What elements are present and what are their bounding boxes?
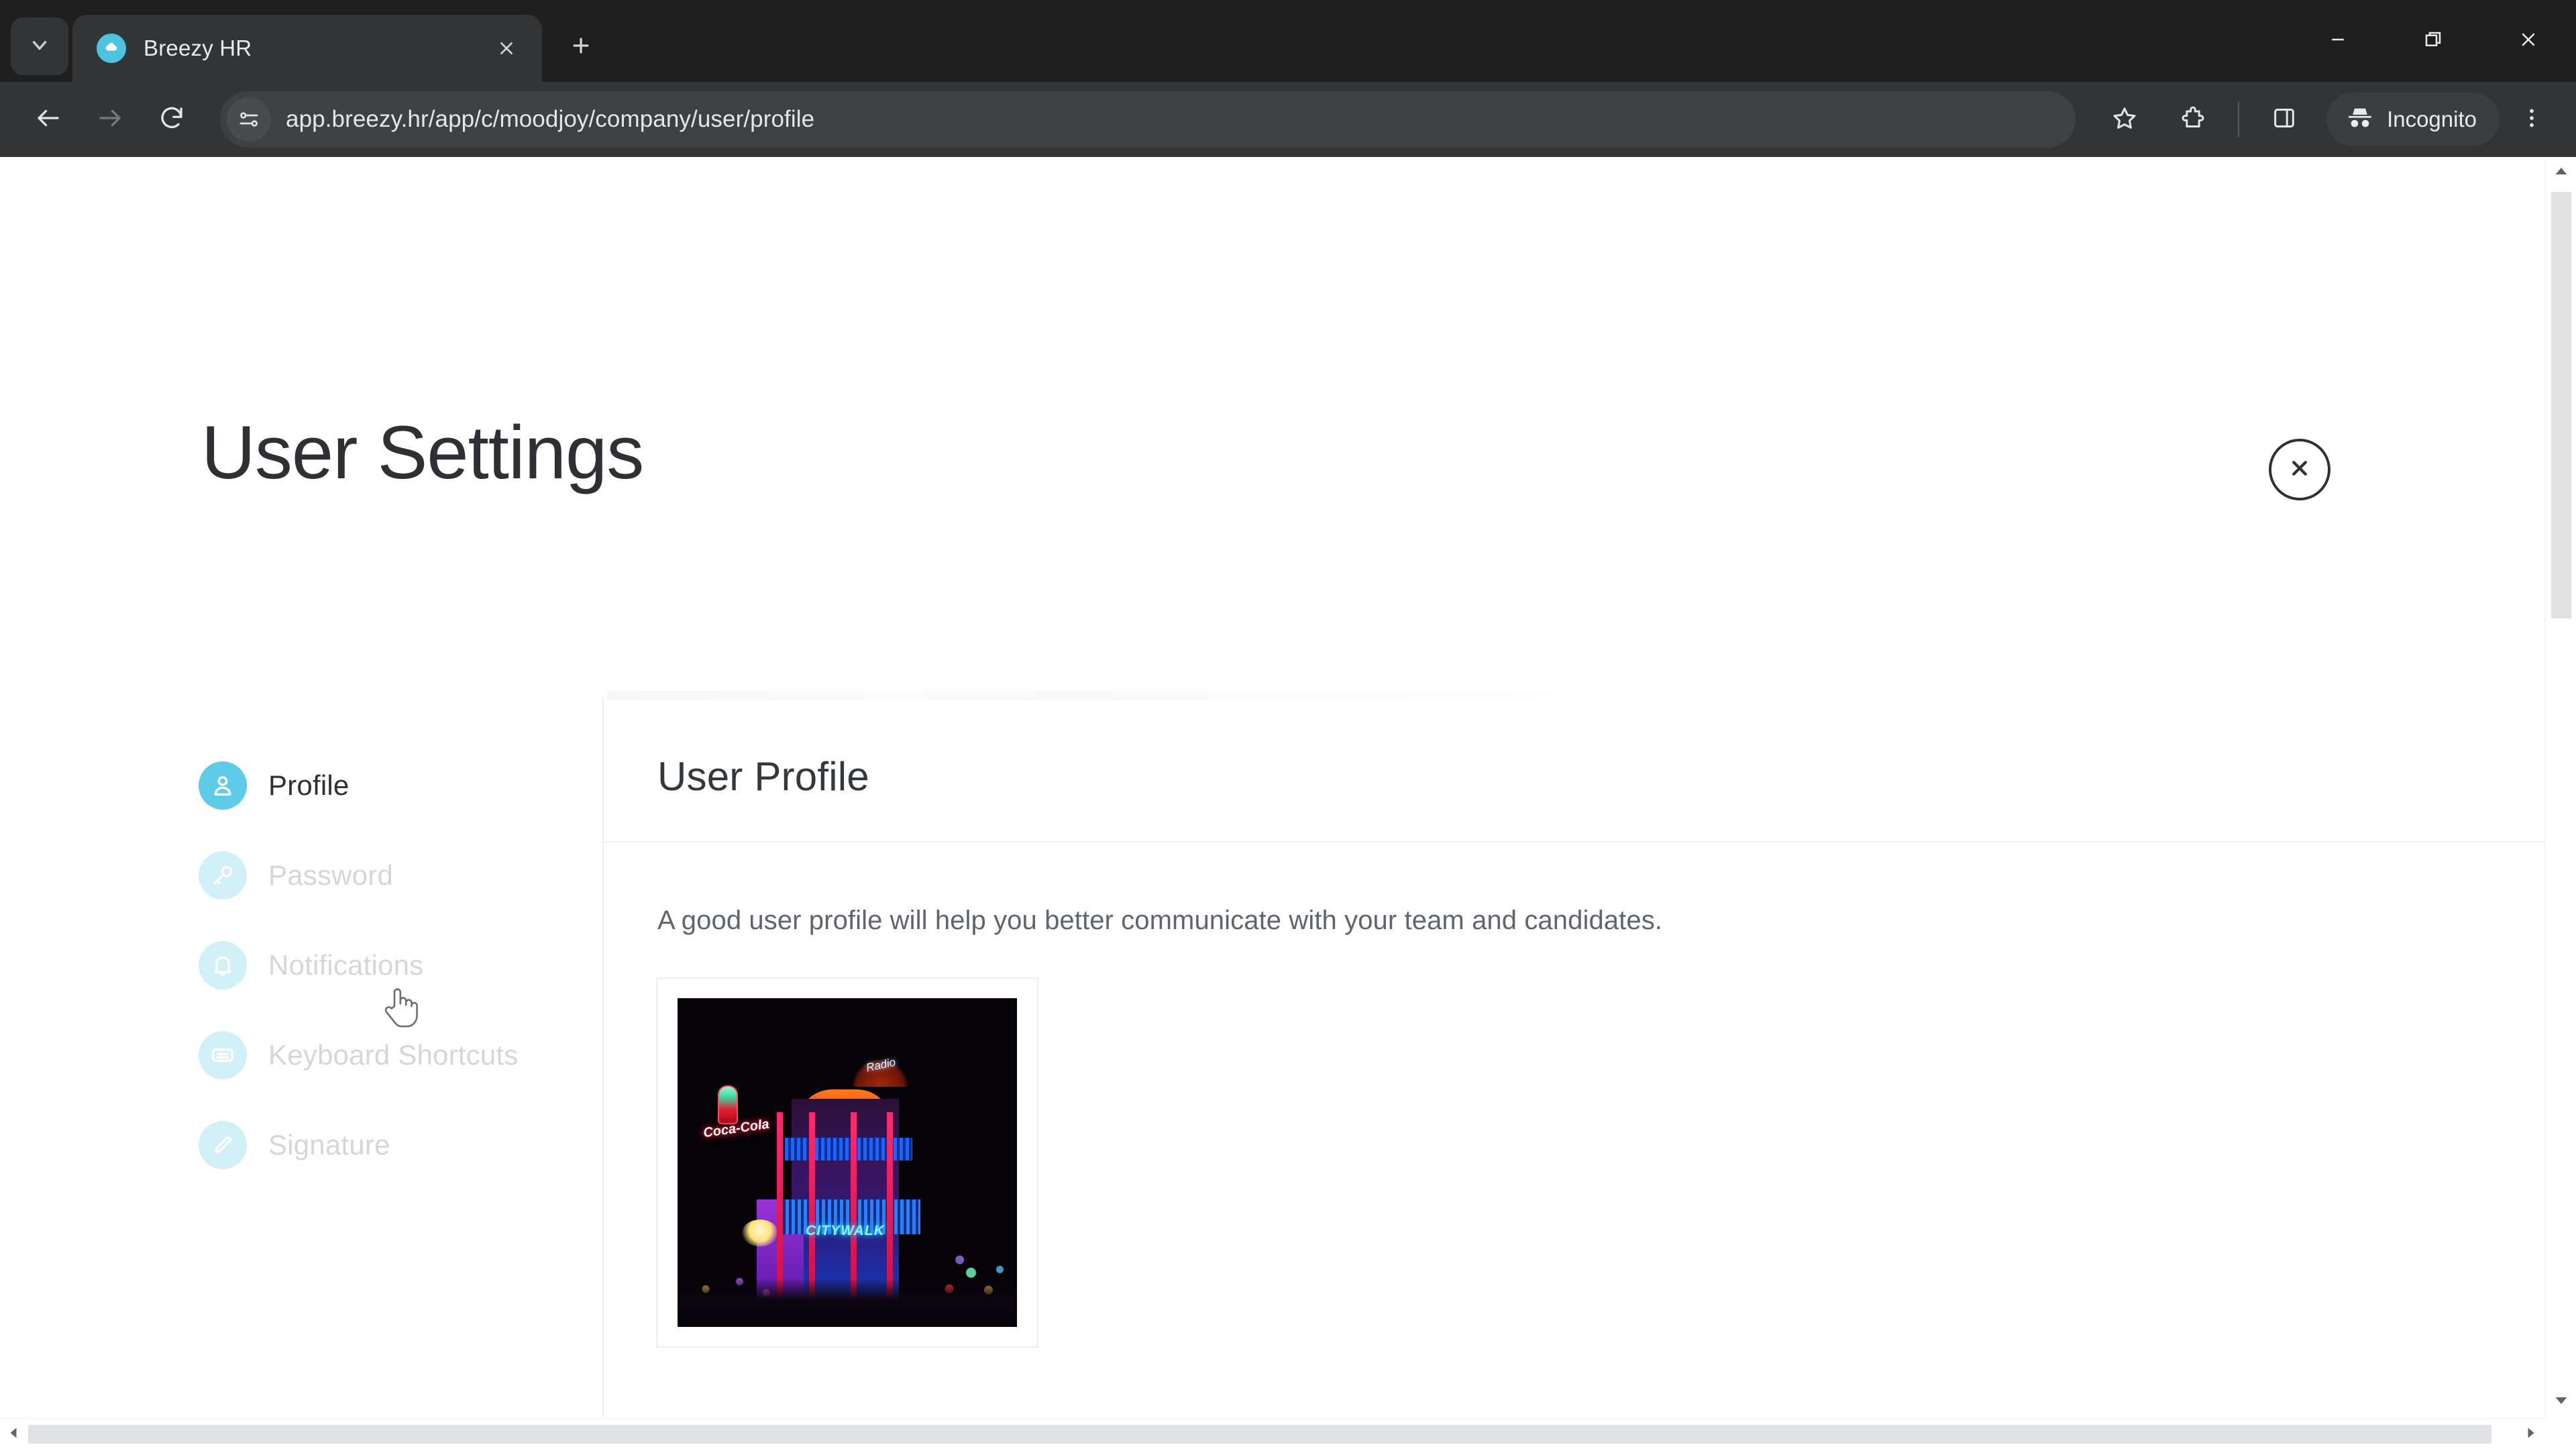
tab-strip: Breezy HR	[0, 0, 2576, 82]
browser-toolbar: app.breezy.hr/app/c/moodjoy/company/user…	[0, 82, 2576, 157]
sidebar-item-profile[interactable]: Profile	[199, 761, 602, 810]
address-bar[interactable]: app.breezy.hr/app/c/moodjoy/company/user…	[220, 91, 2076, 148]
arrow-forward-icon	[96, 104, 124, 136]
person-icon	[199, 761, 247, 810]
extensions-button[interactable]	[2164, 91, 2222, 148]
scroll-down-button[interactable]	[2545, 1387, 2576, 1418]
avatar-coca-cola-sign: Coca-Cola	[702, 1085, 784, 1150]
incognito-hat-icon	[2345, 103, 2387, 136]
chevron-down-icon	[28, 34, 51, 60]
settings-body: Profile Password Notifications Keyboard …	[0, 697, 2544, 1417]
avatar-citywalk-sign: CITYWALK	[806, 1223, 885, 1238]
window-close-button[interactable]	[2481, 0, 2576, 82]
avatar-crowd-silhouette	[678, 1279, 1017, 1327]
horizontal-scrollbar-thumb[interactable]	[28, 1425, 2491, 1444]
breezy-cloud-icon	[97, 34, 126, 63]
arrow-back-icon	[34, 104, 62, 136]
incognito-indicator[interactable]: Incognito	[2326, 93, 2500, 146]
three-dot-menu-icon	[2520, 106, 2544, 133]
scroll-right-button[interactable]	[2518, 1419, 2544, 1449]
avatar-blue-band	[785, 1138, 912, 1161]
reload-icon	[158, 104, 186, 136]
sidebar-item-label: Profile	[268, 769, 350, 801]
sidebar-item-signature[interactable]: Signature	[199, 1121, 602, 1169]
scroll-up-arrow-icon	[2555, 164, 2568, 181]
plus-icon	[570, 34, 592, 60]
site-settings-icon[interactable]	[227, 97, 271, 142]
sidebar-item-label: Keyboard Shortcuts	[268, 1039, 519, 1071]
incognito-label: Incognito	[2387, 107, 2477, 131]
sidebar-item-keyboard-shortcuts[interactable]: Keyboard Shortcuts	[199, 1031, 602, 1079]
page-viewport: User Settings Profile Password Notificat…	[0, 157, 2576, 1449]
new-tab-button[interactable]	[557, 23, 605, 71]
side-panel-button[interactable]	[2255, 91, 2313, 148]
key-icon	[199, 851, 247, 900]
bell-icon	[199, 941, 247, 989]
maximize-restore-icon	[2423, 30, 2443, 53]
scrollbar-corner	[2544, 1418, 2576, 1449]
window-controls	[2290, 0, 2576, 82]
pencil-icon	[199, 1121, 247, 1169]
close-settings-button[interactable]	[2269, 439, 2330, 500]
tab-search-button[interactable]	[11, 17, 68, 75]
avatar-coke-bottle	[718, 1085, 738, 1124]
sidebar-item-label: Password	[268, 859, 394, 891]
page-title: User Settings	[201, 411, 644, 494]
window-close-icon	[2518, 30, 2538, 53]
scroll-left-arrow-icon	[7, 1427, 19, 1442]
avatar-upload-frame[interactable]: Radio Coca-Cola CITYWALK	[656, 977, 1038, 1348]
forward-button[interactable]	[79, 89, 141, 150]
page-header	[0, 157, 2544, 378]
scroll-left-button[interactable]	[0, 1419, 27, 1449]
side-panel-icon	[2271, 105, 2298, 135]
vertical-scrollbar-thumb[interactable]	[2551, 192, 2571, 619]
sidebar-item-password[interactable]: Password	[199, 851, 602, 900]
scroll-down-arrow-icon	[2555, 1394, 2568, 1411]
horizontal-scrollbar[interactable]	[0, 1418, 2576, 1449]
keyboard-icon	[199, 1031, 247, 1079]
vertical-scrollbar[interactable]	[2544, 157, 2576, 1418]
tab-close-button[interactable]	[490, 32, 523, 65]
window-minimize-button[interactable]	[2290, 0, 2385, 82]
content-description: A good user profile will help you better…	[657, 906, 1663, 935]
user-settings-page: User Settings Profile Password Notificat…	[0, 157, 2544, 1417]
bookmark-button[interactable]	[2096, 91, 2153, 148]
url-text[interactable]: app.breezy.hr/app/c/moodjoy/company/user…	[286, 106, 814, 133]
window-maximize-button[interactable]	[2385, 0, 2481, 82]
content-heading: User Profile	[657, 754, 869, 799]
avatar-street-lamp	[742, 1220, 778, 1246]
sidebar-item-label: Notifications	[268, 949, 424, 981]
back-button[interactable]	[17, 89, 79, 150]
star-icon	[2111, 105, 2138, 135]
browser-menu-button[interactable]	[2505, 91, 2559, 148]
toolbar-divider	[2238, 102, 2240, 137]
content-divider	[604, 841, 2544, 843]
close-circle-icon	[2286, 454, 2314, 486]
browser-tab[interactable]: Breezy HR	[72, 15, 542, 82]
scroll-up-button[interactable]	[2545, 157, 2576, 189]
avatar[interactable]: Radio Coca-Cola CITYWALK	[678, 998, 1017, 1327]
scroll-right-arrow-icon	[2525, 1427, 2537, 1442]
sidebar-item-notifications[interactable]: Notifications	[199, 941, 602, 989]
extensions-puzzle-icon	[2180, 105, 2206, 135]
browser-window: Breezy HR app.breezy.hr/app/c/moodjoy/co…	[0, 0, 2576, 1449]
avatar-coke-text: Coca-Cola	[702, 1116, 770, 1141]
settings-sidebar: Profile Password Notifications Keyboard …	[0, 697, 604, 1417]
settings-content: User Profile A good user profile will he…	[604, 697, 2544, 1417]
reload-button[interactable]	[141, 89, 203, 150]
tab-title: Breezy HR	[144, 36, 252, 60]
sidebar-item-label: Signature	[268, 1129, 390, 1161]
minimize-icon	[2328, 30, 2348, 53]
